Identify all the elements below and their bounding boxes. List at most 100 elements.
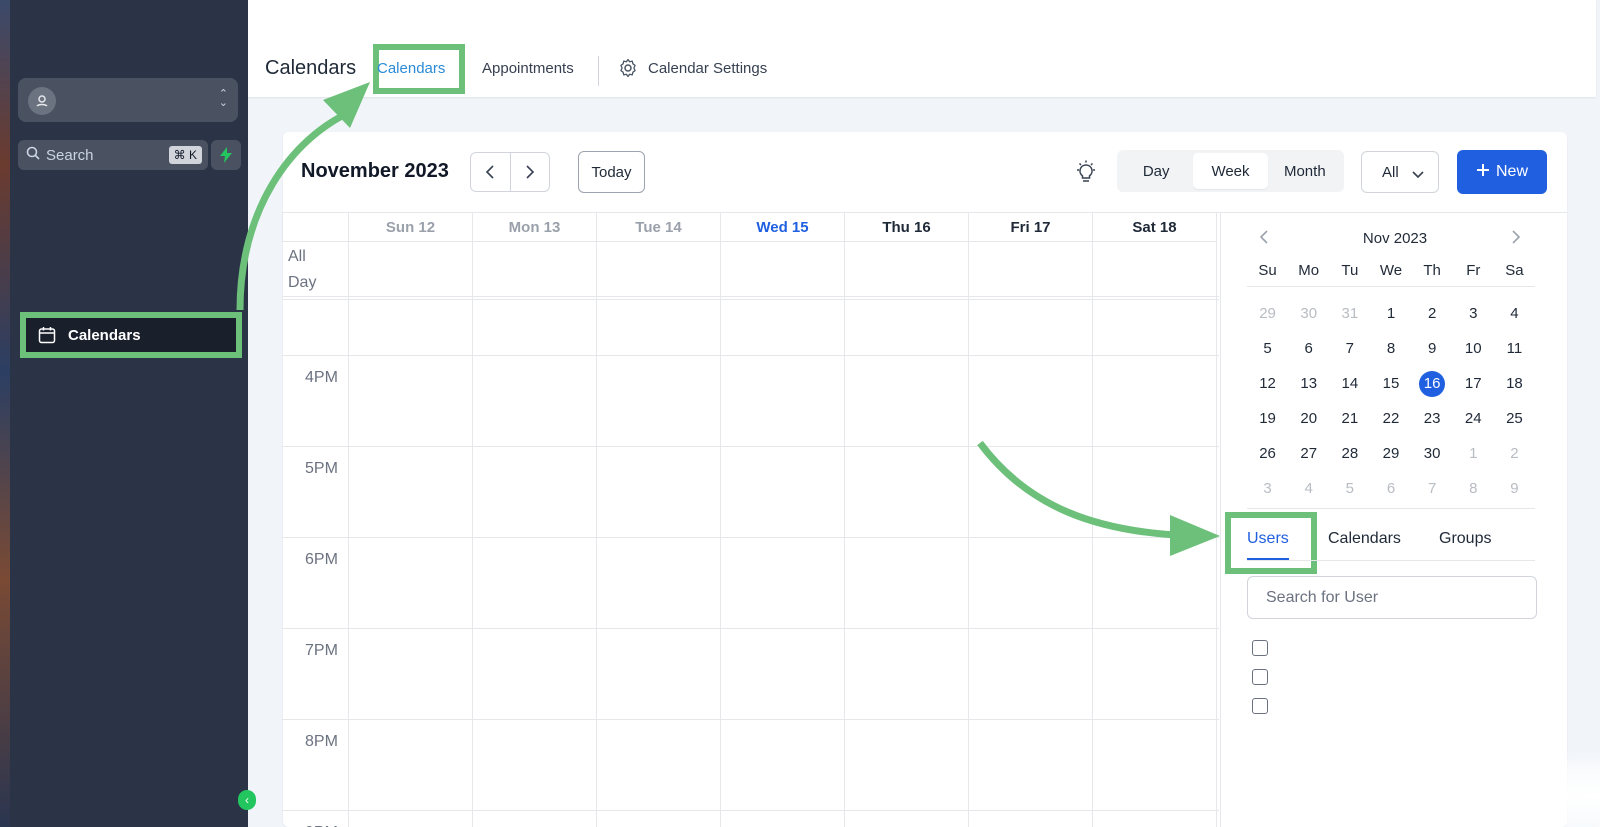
mini-calendar-day[interactable]: 25 — [1494, 401, 1535, 436]
day-header[interactable]: Fri 17 — [968, 212, 1092, 242]
mini-calendar-day[interactable]: 4 — [1494, 296, 1535, 331]
mini-calendar-day[interactable]: 1 — [1370, 296, 1411, 331]
view-day-button[interactable]: Day — [1119, 153, 1193, 189]
search-icon — [26, 146, 40, 164]
view-month-button[interactable]: Month — [1268, 153, 1342, 189]
previous-week-button[interactable] — [471, 153, 511, 191]
mini-calendar-day[interactable]: 8 — [1453, 471, 1494, 506]
mini-calendar-day[interactable]: 13 — [1288, 366, 1329, 401]
mini-calendar-day[interactable]: 5 — [1329, 471, 1370, 506]
day-header[interactable]: Sat 18 — [1092, 212, 1216, 242]
mini-calendar-day[interactable]: 27 — [1288, 436, 1329, 471]
mini-calendar-day[interactable]: 2 — [1494, 436, 1535, 471]
quick-actions-button[interactable] — [211, 140, 241, 170]
mini-calendar-day-number: 1 — [1469, 445, 1478, 462]
mini-calendar-day-number: 9 — [1510, 480, 1519, 497]
grid-row-line — [282, 355, 1219, 356]
mini-calendar-next-button[interactable] — [1511, 230, 1521, 249]
calendar-filter-select[interactable]: All — [1361, 151, 1439, 193]
mini-calendar-day[interactable]: 8 — [1370, 331, 1411, 366]
day-header[interactable]: Mon 13 — [472, 212, 596, 242]
time-label: 8PM — [305, 733, 338, 750]
view-week-button[interactable]: Week — [1193, 153, 1268, 189]
user-checkbox[interactable] — [1252, 669, 1268, 685]
today-button[interactable]: Today — [578, 151, 645, 193]
mini-calendar-day[interactable]: 20 — [1288, 401, 1329, 436]
mini-calendar-day[interactable]: 29 — [1370, 436, 1411, 471]
mini-calendar-day[interactable]: 29 — [1247, 296, 1288, 331]
next-week-button[interactable] — [511, 153, 550, 191]
mini-calendar-day[interactable]: 10 — [1453, 331, 1494, 366]
mini-calendar-day[interactable]: 2 — [1412, 296, 1453, 331]
tab-calendar-settings-label: Calendar Settings — [648, 59, 768, 77]
panel-tab-groups[interactable]: Groups — [1439, 530, 1491, 548]
chevron-left-icon: ‹ — [245, 793, 249, 807]
sidebar-item-calendars[interactable]: Calendars — [20, 312, 242, 358]
mini-calendar-day[interactable]: 7 — [1412, 471, 1453, 506]
sidebar-item-label: Calendars — [68, 326, 141, 344]
day-header[interactable]: Sun 12 — [348, 212, 472, 242]
mini-calendar-day-number: 21 — [1341, 410, 1359, 427]
mini-calendar-day[interactable]: 15 — [1370, 366, 1411, 401]
mini-calendar-day[interactable]: 30 — [1288, 296, 1329, 331]
mini-calendar-day[interactable]: 11 — [1494, 331, 1535, 366]
mini-calendar-day[interactable]: 9 — [1494, 471, 1535, 506]
mini-calendar-day[interactable]: 9 — [1412, 331, 1453, 366]
lightbulb-icon[interactable] — [1075, 160, 1097, 189]
mini-calendar-day[interactable]: 3 — [1247, 471, 1288, 506]
tab-calendars[interactable]: Calendars — [377, 60, 445, 77]
mini-calendar-day[interactable]: 1 — [1453, 436, 1494, 471]
user-search-input[interactable] — [1247, 576, 1537, 619]
mini-calendar-day[interactable]: 19 — [1247, 401, 1288, 436]
mini-calendar-day[interactable]: 5 — [1247, 331, 1288, 366]
mini-calendar-day[interactable]: 22 — [1370, 401, 1411, 436]
mini-calendar-day-number: 4 — [1304, 480, 1313, 497]
panel-tab-calendars[interactable]: Calendars — [1328, 530, 1401, 548]
mini-calendar-day[interactable]: 16 — [1412, 366, 1453, 401]
mini-calendar-day-number: 3 — [1469, 305, 1478, 322]
mini-calendar-day[interactable]: 3 — [1453, 296, 1494, 331]
grid-corner — [282, 212, 348, 242]
day-header[interactable]: Tue 14 — [596, 212, 720, 242]
user-checkbox[interactable] — [1252, 640, 1268, 656]
mini-calendar-day[interactable]: 6 — [1288, 331, 1329, 366]
weekday-label: Su — [1258, 262, 1277, 279]
mini-calendar-day[interactable]: 23 — [1412, 401, 1453, 436]
mini-calendar-day-number: 11 — [1506, 340, 1523, 357]
mini-calendar-bottom-divider — [1247, 508, 1535, 509]
day-header[interactable]: Wed 15 — [720, 212, 844, 242]
mini-calendar-day-number: 4 — [1510, 305, 1519, 322]
user-checkbox[interactable] — [1252, 698, 1268, 714]
mini-calendar-day[interactable]: 21 — [1329, 401, 1370, 436]
mini-calendar-day[interactable]: 18 — [1494, 366, 1535, 401]
mini-calendar-day[interactable]: 26 — [1247, 436, 1288, 471]
mini-calendar-day[interactable]: 28 — [1329, 436, 1370, 471]
collapse-sidebar-button[interactable]: ‹ — [238, 790, 256, 810]
new-button[interactable]: New — [1457, 150, 1547, 194]
mini-calendar-day[interactable]: 7 — [1329, 331, 1370, 366]
mini-calendar-day[interactable]: 14 — [1329, 366, 1370, 401]
new-button-label: New — [1495, 163, 1528, 180]
mini-calendar-day[interactable]: 31 — [1329, 296, 1370, 331]
mini-calendar-day-number: 28 — [1341, 445, 1359, 462]
grid-column-line — [348, 212, 349, 827]
mini-calendar-day[interactable]: 17 — [1453, 366, 1494, 401]
mini-calendar-day-number: 15 — [1382, 375, 1400, 392]
mini-calendar-day[interactable]: 30 — [1412, 436, 1453, 471]
account-switcher[interactable]: ⌃ ⌄ — [18, 78, 238, 122]
mini-calendar-day-number: 23 — [1423, 410, 1441, 427]
mini-calendar-day[interactable]: 4 — [1288, 471, 1329, 506]
mini-calendar-day-number: 24 — [1464, 410, 1482, 427]
mini-calendar-day[interactable]: 12 — [1247, 366, 1288, 401]
tab-calendar-settings[interactable]: Calendar Settings — [618, 58, 767, 78]
day-header[interactable]: Thu 16 — [844, 212, 968, 242]
sidebar-search[interactable]: Search ⌘ K — [18, 140, 208, 170]
mini-calendar-day[interactable]: 6 — [1370, 471, 1411, 506]
tab-appointments[interactable]: Appointments — [482, 60, 574, 77]
weekday-label: Fr — [1466, 262, 1481, 279]
side-panel: Nov 2023 Su Mo Tu We Th Fr Sa 29 30 31 1 2 3 4 5 6 7 8 9 1… — [1220, 212, 1567, 827]
mini-calendar-day-number: 7 — [1345, 340, 1355, 357]
mini-calendar-day[interactable]: 24 — [1453, 401, 1494, 436]
panel-tab-users[interactable]: Users — [1247, 530, 1289, 548]
mini-calendar-day-number: 16 — [1419, 370, 1446, 397]
